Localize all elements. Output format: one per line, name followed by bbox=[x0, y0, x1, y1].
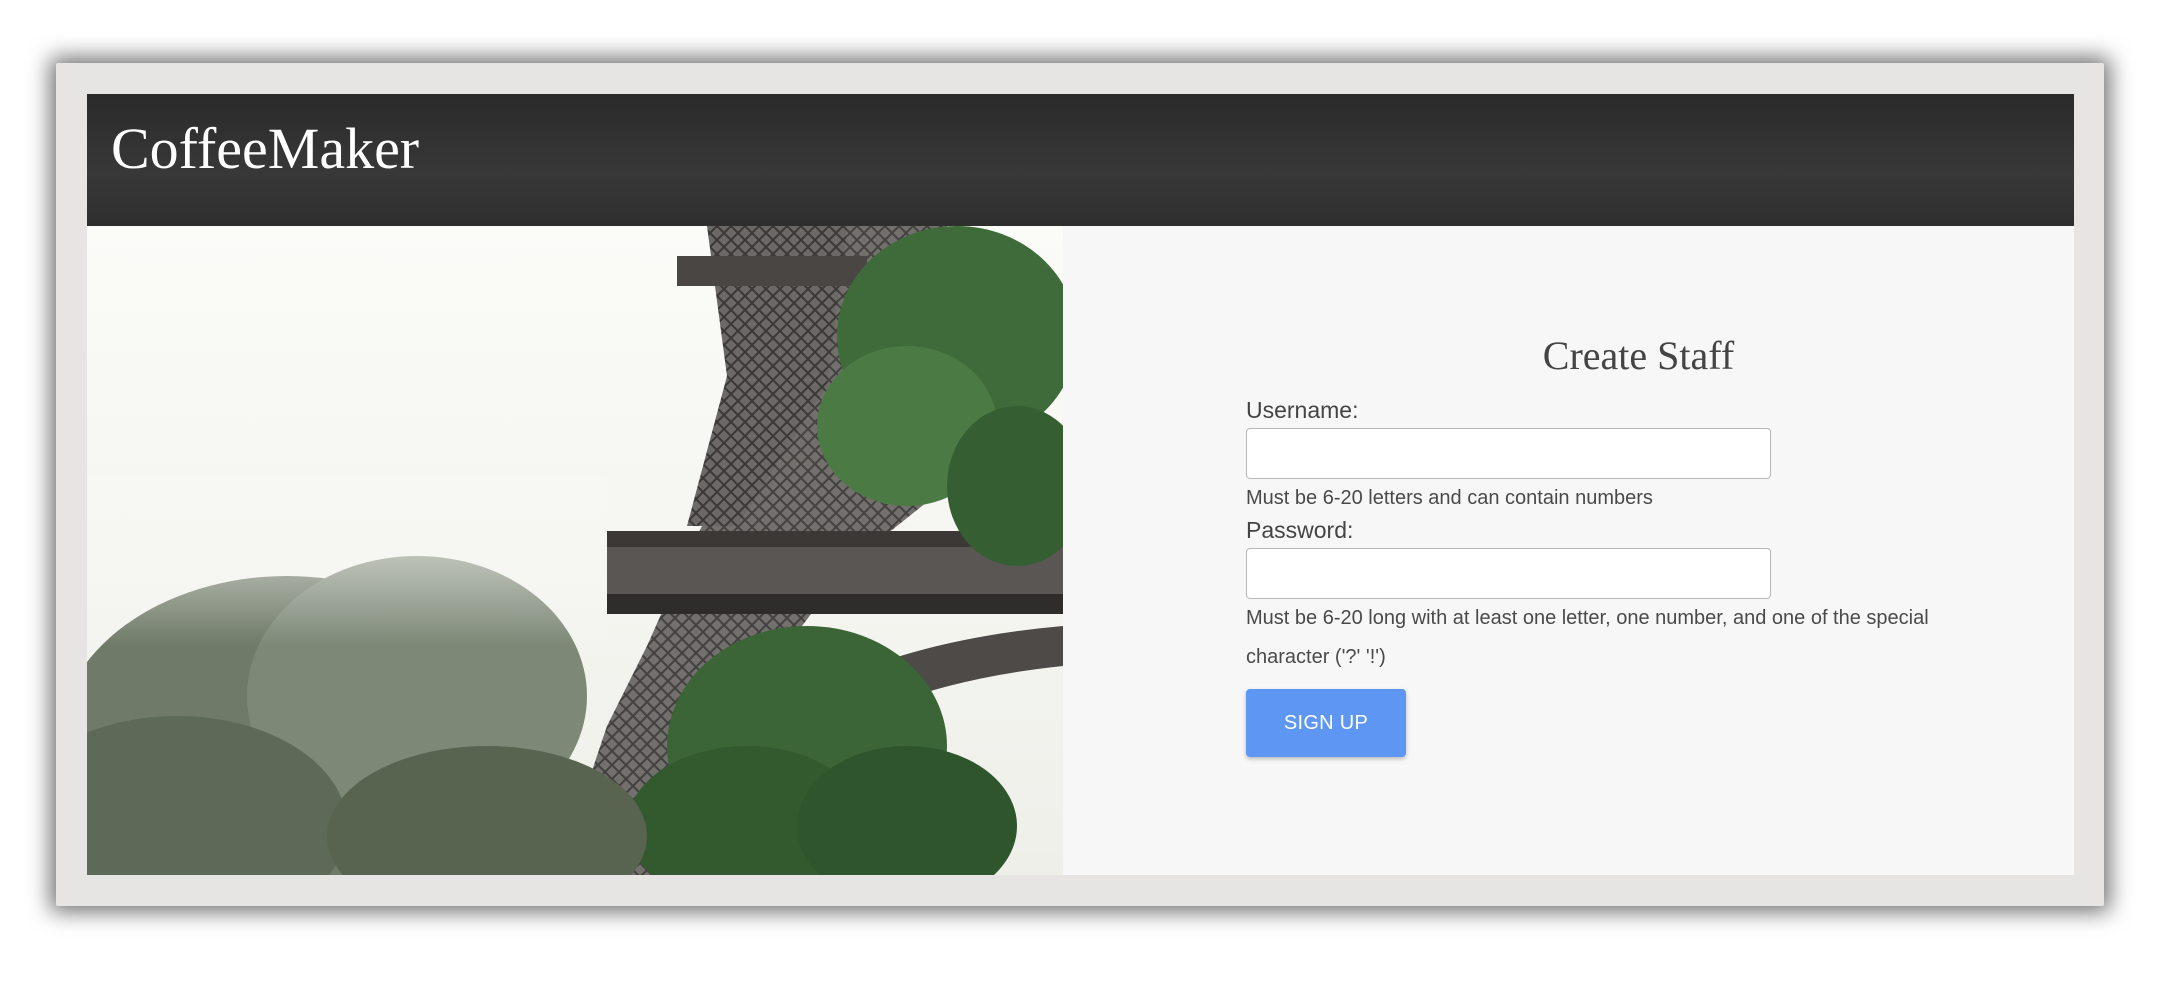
create-staff-form: Username: Must be 6-20 letters and can c… bbox=[1246, 396, 1966, 757]
eiffel-tower-photo bbox=[87, 226, 1063, 875]
create-staff-panel: Create Staff Username: Must be 6-20 lett… bbox=[1063, 226, 2074, 875]
top-header: CoffeeMaker bbox=[87, 94, 2074, 226]
username-label: Username: bbox=[1246, 397, 1359, 423]
password-hint: Must be 6-20 long with at least one lett… bbox=[1246, 607, 1929, 668]
username-hint: Must be 6-20 letters and can contain num… bbox=[1246, 487, 1653, 509]
password-input[interactable] bbox=[1246, 548, 1771, 599]
form-title: Create Staff bbox=[1542, 333, 1735, 378]
sign-up-button[interactable]: SIGN UP bbox=[1246, 689, 1406, 757]
app-container: CoffeeMaker Create Staff Username: Must … bbox=[87, 94, 2074, 875]
hero-image bbox=[87, 226, 1063, 875]
app-window-frame: CoffeeMaker Create Staff Username: Must … bbox=[56, 63, 2104, 906]
username-input[interactable] bbox=[1246, 428, 1771, 479]
password-label: Password: bbox=[1246, 517, 1354, 543]
brand-title[interactable]: CoffeeMaker bbox=[111, 116, 419, 183]
